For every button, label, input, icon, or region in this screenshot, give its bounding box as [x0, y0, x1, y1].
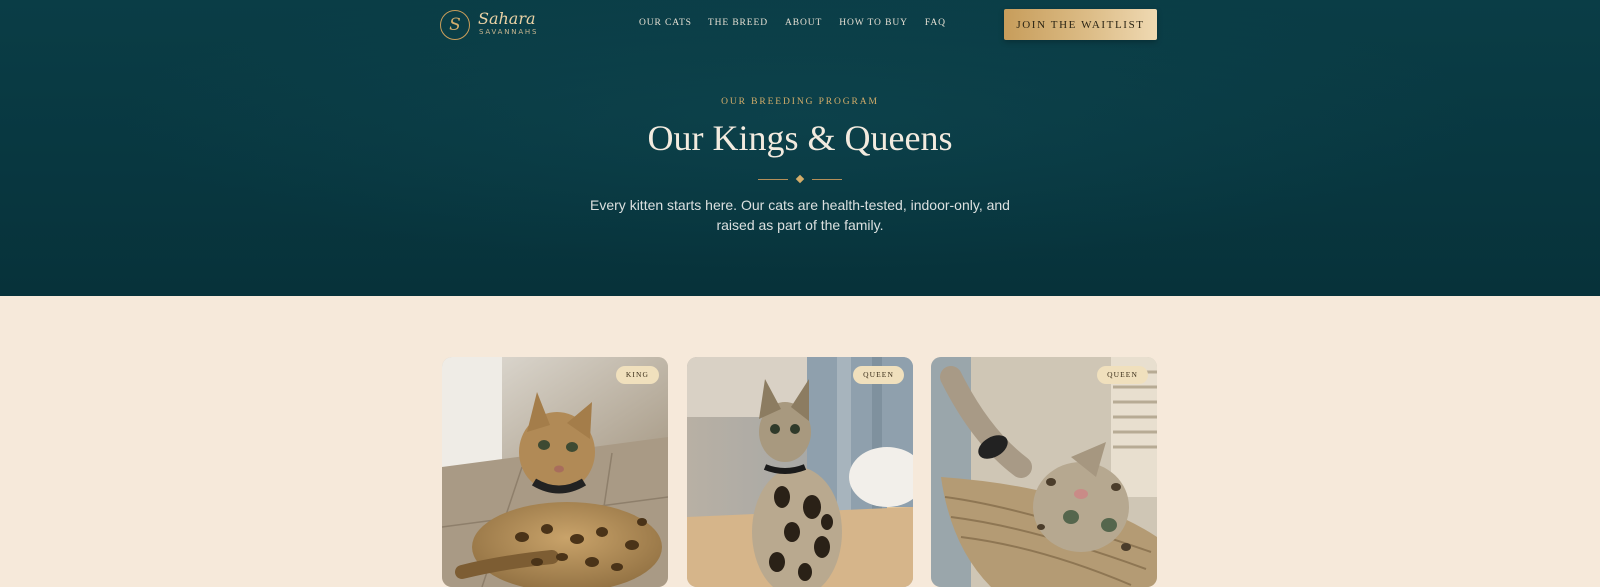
role-badge: KING: [615, 366, 659, 384]
nav-link-faq[interactable]: FAQ: [925, 18, 946, 32]
cat-card-king[interactable]: KING: [442, 357, 668, 587]
nav-link-how-to-buy[interactable]: HOW TO BUY: [839, 18, 908, 32]
cat-card-queen-1[interactable]: QUEEN: [687, 357, 913, 587]
cat-photo-queen-1: [687, 357, 913, 587]
divider-line-right: [812, 179, 842, 180]
role-badge: QUEEN: [853, 366, 904, 384]
hero-eyebrow: OUR BREEDING PROGRAM: [721, 97, 879, 107]
logo-emblem-icon: S: [440, 10, 470, 40]
main-nav: OUR CATS THE BREED ABOUT HOW TO BUY FAQ: [639, 18, 946, 32]
nav-link-our-cats[interactable]: OUR CATS: [639, 18, 692, 32]
hero-subtitle: Every kitten starts here. Our cats are h…: [590, 197, 1010, 233]
cat-photo-king: [442, 357, 668, 587]
diamond-icon: [795, 174, 805, 184]
brand-logo[interactable]: S Sahara SAVANNAHS: [440, 8, 540, 42]
nav-link-about[interactable]: ABOUT: [785, 18, 822, 32]
role-badge: QUEEN: [1097, 366, 1148, 384]
brand-name: Sahara: [478, 9, 536, 28]
nav-link-the-breed[interactable]: THE BREED: [708, 18, 768, 32]
divider-line-left: [758, 179, 788, 180]
ornamental-divider: [758, 174, 842, 184]
brand-subtitle: SAVANNAHS: [479, 28, 539, 36]
page-title: Our Kings & Queens: [647, 118, 953, 158]
join-waitlist-button[interactable]: JOIN THE WAITLIST: [1004, 9, 1157, 40]
cat-card-queen-2[interactable]: QUEEN: [931, 357, 1157, 587]
cat-photo-queen-2: [931, 357, 1157, 587]
logo-mark-letter: S: [449, 15, 461, 35]
